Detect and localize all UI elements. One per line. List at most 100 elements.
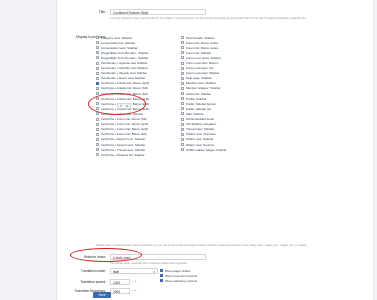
position-option[interactable]: DragonByte Term Domain - Sidebar	[96, 55, 149, 60]
position-checkbox[interactable]	[181, 97, 184, 101]
position-checkbox[interactable]	[181, 46, 184, 50]
position-option[interactable]: Member wrapper: Sidebar	[181, 86, 227, 91]
position-checkbox[interactable]	[181, 148, 184, 152]
position-checkbox[interactable]	[181, 112, 184, 116]
position-option[interactable]: XFMG Gallery widget: Sidebar	[181, 147, 227, 152]
position-option[interactable]: XenPorta + Forum list: Above (full)	[96, 117, 149, 122]
position-label: XenAtendo + Agenda view Sidebar	[101, 61, 148, 66]
position-checkbox[interactable]	[181, 56, 184, 60]
position-checkbox[interactable]	[96, 61, 99, 65]
position-label: UI3 Sidebar navigation	[186, 122, 217, 127]
display-hint: Widgets will be positioned with proper (…	[96, 244, 308, 247]
position-label: Thread view: Sidebar	[186, 127, 215, 132]
position-option[interactable]: XenPorta + Search view: Sidebar	[96, 142, 149, 147]
position-label: Forum overview: Bottom	[186, 61, 219, 66]
position-checkbox[interactable]	[181, 51, 184, 55]
position-label: Forum list: Sidebar	[186, 50, 212, 55]
transition-frequency-stepper[interactable]: − +	[132, 288, 136, 292]
position-checkbox[interactable]	[96, 122, 99, 126]
position-checkbox[interactable]	[181, 92, 184, 96]
position-checkbox[interactable]	[96, 127, 99, 131]
show-start-stop-option[interactable]: Show start/stop controls	[160, 278, 197, 283]
position-checkbox[interactable]	[96, 51, 99, 55]
transition-mode-select[interactable]: fade ▾	[110, 268, 158, 274]
transition-frequency-input[interactable]: 2000	[110, 288, 130, 294]
title-input[interactable]: Confirmed Feature Slider	[110, 9, 206, 15]
position-option[interactable]: XenAtendo + Event view Sidebar	[96, 76, 149, 81]
show-start-stop-label: Show start/stop controls	[165, 278, 198, 283]
show-start-stop-checkbox[interactable]	[160, 279, 163, 283]
position-checkbox[interactable]	[96, 137, 99, 141]
position-option[interactable]: XenPorta + Search form: Sidebar	[96, 137, 149, 142]
position-checkbox[interactable]	[181, 102, 184, 106]
annotation-circle-selector	[70, 248, 142, 262]
position-checkbox[interactable]	[96, 143, 99, 147]
position-label: XenAtendo + Weekly view Sidebar	[101, 71, 148, 76]
position-checkbox[interactable]	[181, 41, 184, 45]
position-checkbox[interactable]	[96, 76, 99, 80]
show-pager-checkbox[interactable]	[160, 269, 163, 273]
position-option[interactable]: XenPorta + Articles list: Above (full)	[96, 86, 149, 91]
position-option[interactable]: XenPorta + Forum list: Below (split)	[96, 127, 149, 132]
position-option[interactable]: XenAtendo + Weekly view Sidebar	[96, 71, 149, 76]
position-checkbox[interactable]	[181, 36, 184, 40]
position-checkbox[interactable]	[181, 61, 184, 65]
position-option[interactable]: XenAtendo + Monthly view Sidebar	[96, 66, 149, 71]
position-checkbox[interactable]	[181, 76, 184, 80]
position-checkbox[interactable]	[181, 132, 184, 136]
position-checkbox[interactable]	[181, 81, 184, 85]
position-checkbox[interactable]	[96, 81, 99, 85]
position-option[interactable]: XenPorta + Thread view: Sidebar	[96, 147, 149, 152]
show-pager-label: Show pager bullets	[165, 268, 191, 273]
position-checkbox[interactable]	[181, 143, 184, 147]
position-option[interactable]: XenPorta + Articles list: Above (split)	[96, 81, 149, 86]
transition-speed-input[interactable]: 1000	[110, 279, 130, 285]
position-checkbox[interactable]	[181, 107, 184, 111]
position-checkbox[interactable]	[96, 66, 99, 70]
show-controls-checkbox[interactable]	[160, 274, 163, 278]
position-option[interactable]: DragonByte Term Domain - Sidebar	[96, 50, 149, 55]
annotation-circle-articles-list	[88, 93, 146, 115]
position-label: XenPorta + Thread view: Sidebar	[101, 147, 146, 152]
position-checkbox[interactable]	[96, 148, 99, 152]
position-checkbox[interactable]	[96, 46, 99, 50]
position-checkbox[interactable]	[96, 117, 99, 121]
save-button[interactable]: Save	[93, 292, 111, 298]
position-label: XenPorta + Articles list: Above (full)	[101, 86, 148, 91]
position-option[interactable]: XenPorta + Streams list: Sidebar	[96, 152, 149, 157]
position-label: XenAtendo + Monthly view Sidebar	[101, 66, 148, 71]
position-checkbox[interactable]	[96, 132, 99, 136]
transition-mode-label: Transition mode:	[80, 269, 106, 273]
position-label: XenPorta + Search form: Sidebar	[101, 137, 146, 142]
position-checkbox[interactable]	[96, 112, 99, 116]
position-checkbox[interactable]	[96, 71, 99, 75]
position-label: Public: Sidebar top	[186, 106, 212, 111]
position-label: Forum new posts: Sidebar	[186, 55, 222, 60]
position-option[interactable]: Forum new posts: Sidebar	[181, 55, 227, 60]
position-label: What's new: Sidebar	[186, 137, 214, 142]
position-label: DragonByte Term Domain - Sidebar	[101, 55, 149, 60]
position-option[interactable]: XenPorta + Forum list: Above (split)	[96, 122, 149, 127]
position-option[interactable]: XenPorta + Forum list: Below (full)	[96, 132, 149, 137]
transition-speed-stepper[interactable]: − +	[132, 279, 136, 283]
position-checkbox[interactable]	[181, 127, 184, 131]
position-checkbox[interactable]	[181, 122, 184, 126]
position-label: Forum list: Below nodes	[186, 45, 219, 50]
position-checkbox[interactable]	[181, 117, 184, 121]
position-checkbox[interactable]	[96, 86, 99, 90]
position-label: Forum overview: Sidebar	[186, 71, 220, 76]
position-label: XenPorta + Forum list: Above (split)	[101, 122, 149, 127]
transition-mode-value: fade	[113, 270, 120, 274]
position-checkbox[interactable]	[181, 86, 184, 90]
position-checkbox[interactable]	[96, 36, 99, 40]
position-checkbox[interactable]	[181, 137, 184, 141]
show-controls-option[interactable]: Show prev/next controls	[160, 273, 197, 278]
position-checkbox[interactable]	[96, 56, 99, 60]
position-checkbox[interactable]	[181, 71, 184, 75]
position-checkbox[interactable]	[96, 153, 99, 157]
position-label: Help page: Sidebar	[186, 76, 212, 81]
position-option[interactable]: XenAtendo + Agenda view Sidebar	[96, 60, 149, 65]
position-checkbox[interactable]	[181, 66, 184, 70]
position-checkbox[interactable]	[96, 41, 99, 45]
position-label: Profile: Sidebar	[186, 96, 207, 101]
